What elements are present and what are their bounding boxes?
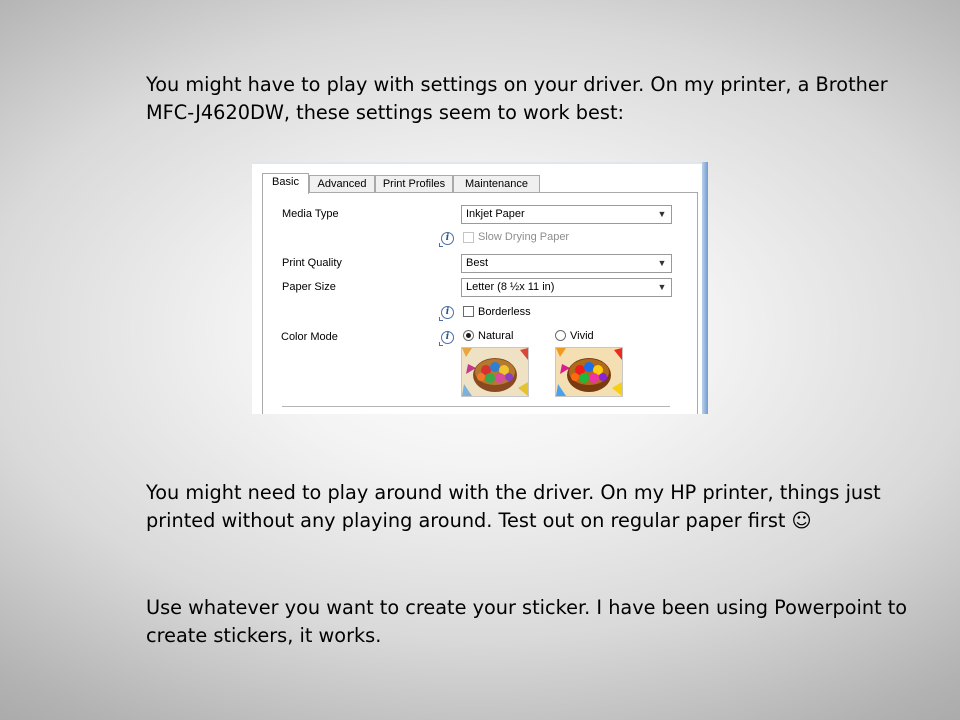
natural-preview-image — [461, 347, 529, 397]
divider — [282, 406, 670, 407]
slide-paragraph-intro: You might have to play with settings on … — [146, 73, 888, 124]
info-icon[interactable]: i — [439, 232, 454, 247]
printer-settings-screenshot: Basic Advanced Print Profiles Maintenanc… — [252, 162, 708, 414]
info-icon[interactable]: i — [439, 306, 454, 321]
paper-size-value: Letter (8 ½x 11 in) — [466, 281, 555, 293]
borderless-label: Borderless — [478, 306, 531, 318]
color-mode-natural-radio[interactable] — [463, 330, 474, 341]
tab-basic[interactable]: Basic — [262, 173, 309, 194]
tab-advanced[interactable]: Advanced — [309, 175, 375, 192]
tab-maintenance[interactable]: Maintenance — [453, 175, 540, 192]
slide-paragraph-hp: You might need to play around with the d… — [146, 481, 881, 532]
media-type-value: Inkjet Paper — [466, 208, 525, 220]
color-mode-vivid-radio[interactable] — [555, 330, 566, 341]
paper-size-select[interactable]: Letter (8 ½x 11 in) ▼ — [461, 278, 672, 297]
print-quality-label: Print Quality — [282, 257, 342, 269]
color-mode-natural-label: Natural — [478, 330, 514, 342]
paper-size-label: Paper Size — [282, 281, 336, 293]
window-frame-edge — [702, 162, 708, 414]
chevron-down-icon: ▼ — [657, 209, 667, 219]
window-frame-top — [252, 162, 708, 164]
chevron-down-icon: ▼ — [657, 282, 667, 292]
media-type-select[interactable]: Inkjet Paper ▼ — [461, 205, 672, 224]
slow-drying-label: Slow Drying Paper — [478, 231, 570, 243]
chevron-down-icon: ▼ — [657, 258, 667, 268]
color-mode-label: Color Mode — [281, 331, 338, 343]
color-mode-vivid-label: Vivid — [570, 330, 594, 342]
slide-paragraph-powerpoint: Use whatever you want to create your sti… — [146, 596, 908, 647]
slow-drying-checkbox[interactable] — [463, 232, 474, 243]
media-type-label: Media Type — [282, 208, 339, 220]
borderless-checkbox[interactable] — [463, 306, 474, 317]
info-icon[interactable]: i — [439, 331, 454, 346]
vivid-preview-image — [555, 347, 623, 397]
tab-print-profiles[interactable]: Print Profiles — [375, 175, 453, 192]
print-quality-select[interactable]: Best ▼ — [461, 254, 672, 273]
print-quality-value: Best — [466, 257, 489, 269]
